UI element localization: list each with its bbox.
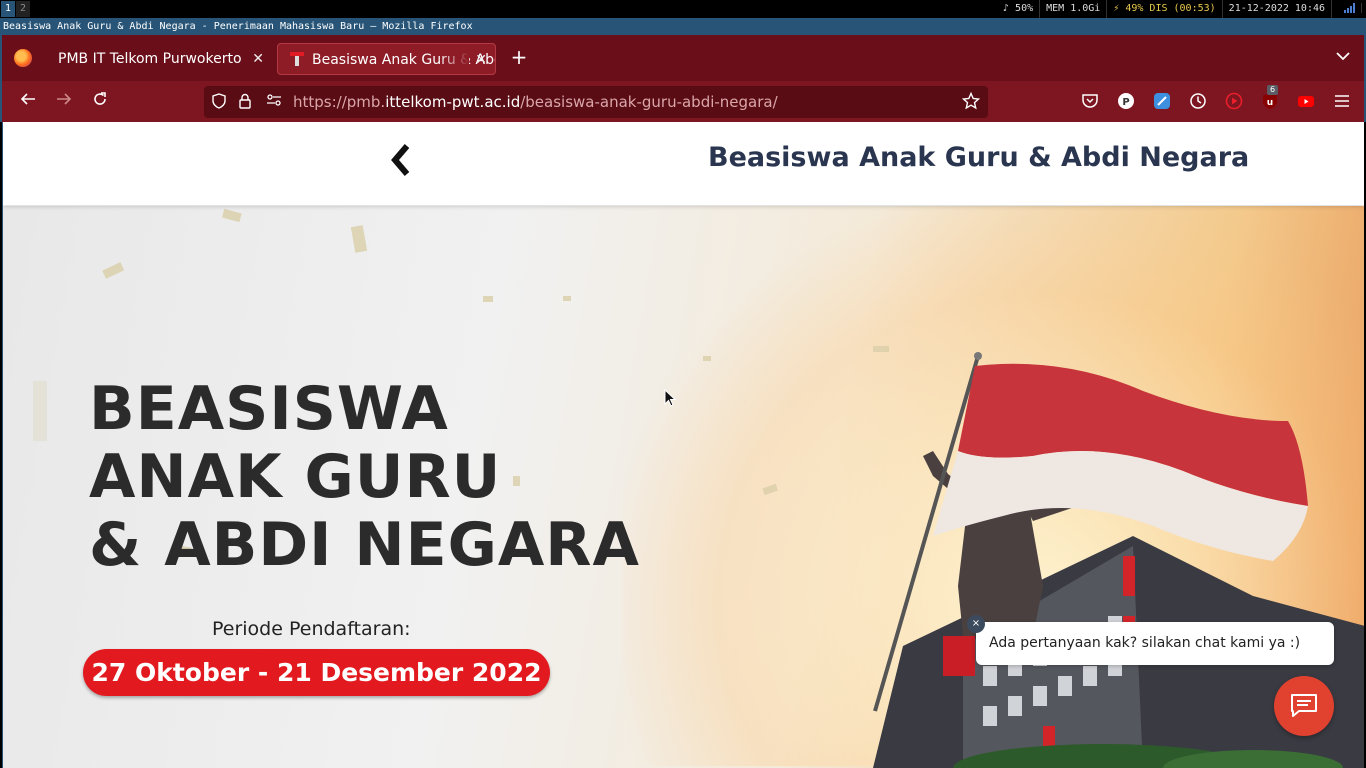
workspace-2[interactable]: 2 (16, 1, 30, 17)
chat-prompt-bubble[interactable]: Ada pertanyaan kak? silakan chat kami ya… (976, 622, 1334, 665)
site-permissions-icon[interactable] (266, 93, 282, 111)
firefox-icon[interactable] (14, 49, 32, 67)
page-title: Beasiswa Anak Guru & Abdi Negara (708, 142, 1250, 173)
youtube-icon[interactable] (1297, 92, 1315, 110)
hamburger-menu-icon[interactable] (1333, 92, 1351, 110)
list-all-tabs-chevron-icon[interactable] (1336, 49, 1350, 65)
extension-blue-icon[interactable] (1153, 92, 1171, 110)
banner-heading-line1: BEASISWA (89, 374, 449, 444)
url-bar[interactable]: https://pmb.ittelkom-pwt.ac.id/beasiswa-… (204, 86, 988, 118)
new-tab-plus-icon[interactable]: + (509, 47, 529, 67)
page-header: Beasiswa Anak Guru & Abdi Negara (3, 122, 1364, 205)
video-play-icon[interactable] (1225, 92, 1243, 110)
chat-button[interactable] (1274, 676, 1334, 736)
registration-period-dates: 27 Oktober - 21 Desember 2022 (83, 649, 550, 696)
tab-label: PMB IT Telkom Purwokerto (58, 51, 242, 67)
history-clock-icon[interactable] (1189, 92, 1207, 110)
status-area: ♪ 50% MEM 1.0Gi ⚡ 49% DIS (00:53) 21-12-… (997, 0, 1362, 18)
tab-bar: PMB IT Telkom Purwokerto ✕ Beasiswa Anak… (0, 35, 1366, 81)
datetime-status: 21-12-2022 10:46 (1223, 0, 1332, 18)
forward-arrow-icon[interactable] (52, 90, 76, 114)
reload-icon[interactable] (88, 90, 112, 114)
extension-p-icon[interactable]: P (1117, 92, 1135, 110)
tracking-protection-shield-icon[interactable] (212, 93, 226, 113)
battery-status: ⚡ 49% DIS (00:53) (1107, 0, 1223, 18)
svg-text:P: P (1122, 97, 1129, 108)
close-tab-icon[interactable]: ✕ (252, 43, 264, 75)
chat-message-icon (1291, 694, 1317, 717)
pocket-icon[interactable] (1081, 92, 1099, 110)
banner-heading-line2: ANAK GURU (89, 442, 502, 512)
back-arrow-icon[interactable] (16, 90, 40, 114)
url-text[interactable]: https://pmb.ittelkom-pwt.ac.id/beasiswa-… (293, 86, 778, 118)
chat-close-icon[interactable]: × (967, 615, 985, 633)
tab-pmb-ittelkom[interactable]: PMB IT Telkom Purwokerto ✕ (46, 43, 272, 75)
memory-status: MEM 1.0Gi (1040, 0, 1108, 18)
volume-status: ♪ 50% (997, 0, 1041, 18)
workspace-1[interactable]: 1 (1, 1, 15, 17)
svg-text:u: u (1267, 98, 1273, 108)
back-chevron-icon[interactable] (388, 142, 414, 178)
ublock-badge: 6 (1267, 85, 1279, 95)
close-tab-icon[interactable]: ✕ (475, 44, 487, 74)
mouse-cursor-icon (664, 389, 676, 407)
page-viewport: Beasiswa Anak Guru & Abdi Negara BEASISW… (2, 122, 1364, 768)
bookmark-star-icon[interactable] (961, 91, 981, 114)
system-status-bar: 1 2 ♪ 50% MEM 1.0Gi ⚡ 49% DIS (00:53) 21… (0, 0, 1366, 18)
tab-beasiswa[interactable]: Beasiswa Anak Guru & Abdi Negara ✕ (277, 43, 496, 75)
wifi-signal-icon (1332, 0, 1362, 18)
ittelkom-favicon-icon (290, 52, 304, 66)
ublock-shield-icon[interactable]: u 6 (1261, 85, 1279, 110)
registration-period-label: Periode Pendaftaran: (212, 618, 411, 640)
window-title: Beasiswa Anak Guru & Abdi Negara - Pener… (0, 18, 1366, 35)
lock-icon[interactable] (238, 93, 252, 113)
banner-heading-line3: & ABDI NEGARA (89, 510, 640, 580)
scholarship-banner: BEASISWA ANAK GURU & ABDI NEGARA Periode… (3, 206, 1364, 768)
navigation-toolbar: https://pmb.ittelkom-pwt.ac.id/beasiswa-… (0, 81, 1366, 122)
